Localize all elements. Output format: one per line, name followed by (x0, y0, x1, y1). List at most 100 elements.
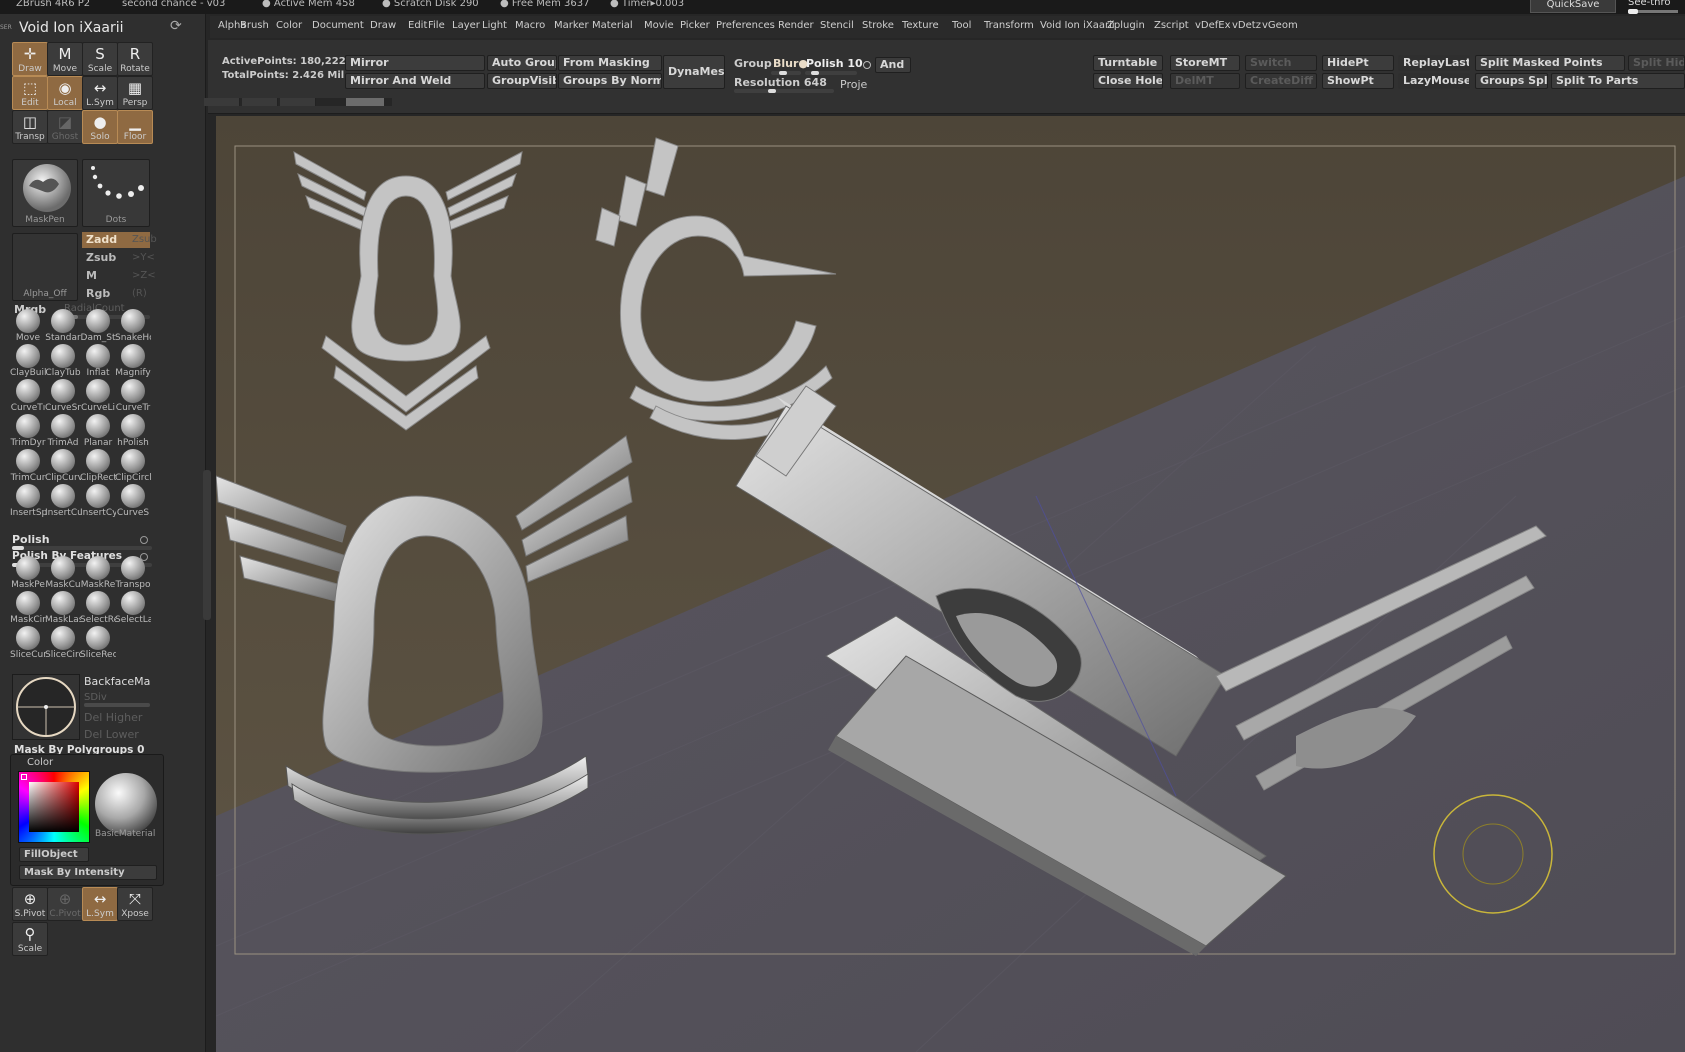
delmt-button[interactable]: DelMT (1170, 73, 1240, 89)
from-masking-button[interactable]: From Masking (558, 55, 662, 71)
menu-tool[interactable]: Tool (952, 20, 971, 31)
menu-zscript[interactable]: Zscript (1154, 20, 1189, 31)
brush-masklas[interactable]: MaskLas (45, 589, 81, 625)
l-sym-button[interactable]: ↔ L.Sym (82, 76, 118, 110)
menu-vdetz[interactable]: vDetz (1232, 20, 1261, 31)
showpt-button[interactable]: ShowPt (1322, 73, 1394, 89)
menu-edit[interactable]: Edit (408, 20, 427, 31)
blur-slider-track[interactable] (771, 71, 801, 75)
brush-cliprect[interactable]: ClipRect (80, 447, 116, 483)
brush-claybuil[interactable]: ClayBuil (10, 342, 46, 378)
brush-curvesr[interactable]: CurveSr (45, 377, 81, 413)
creatediff-button[interactable]: CreateDiff (1245, 73, 1317, 89)
menu-preferences[interactable]: Preferences (716, 20, 775, 31)
transp-button[interactable]: ◫ Transp (12, 110, 48, 144)
group-toggle[interactable]: Group (734, 57, 772, 70)
replaylast-button[interactable]: ReplayLast (1398, 55, 1470, 71)
menu-file[interactable]: File (428, 20, 445, 31)
brush-claytub[interactable]: ClayTub (45, 342, 81, 378)
color-square[interactable] (29, 782, 79, 832)
split-to-parts-button[interactable]: Split To Parts (1551, 73, 1685, 89)
menu-material[interactable]: Material (592, 20, 633, 31)
brush-maskcir[interactable]: MaskCir (10, 589, 46, 625)
mirror-button[interactable]: Mirror (345, 55, 485, 71)
menu-draw[interactable]: Draw (370, 20, 396, 31)
document-canvas[interactable] (216, 116, 1685, 1052)
project-toggle-indicator[interactable] (863, 61, 871, 69)
polish-slider-track[interactable] (805, 71, 857, 75)
c-pivot-bottom-button[interactable]: ⊕ C.Pivot (47, 887, 83, 921)
menu-layer[interactable]: Layer (452, 20, 480, 31)
menu-marker[interactable]: Marker (554, 20, 589, 31)
ghost-button[interactable]: ◪ Ghost (47, 110, 83, 144)
close-holes-button[interactable]: Close Holes (1093, 73, 1163, 89)
menu-texture[interactable]: Texture (902, 20, 939, 31)
move-button[interactable]: M Move (47, 42, 83, 76)
brush-maskcu[interactable]: MaskCu (45, 554, 81, 590)
floor-button[interactable]: ▁ Floor (117, 110, 153, 144)
draw-button[interactable]: ✛ Draw (12, 42, 48, 76)
groups-by-normals-button[interactable]: Groups By Normals (558, 73, 662, 89)
group-visible-button[interactable]: GroupVisible (487, 73, 557, 89)
menu-movie[interactable]: Movie (644, 20, 674, 31)
split-masked-points-button[interactable]: Split Masked Points (1475, 55, 1625, 71)
see-through-slider[interactable] (1628, 9, 1678, 14)
polish-toggle[interactable]: Polish (12, 533, 148, 546)
menu-macro[interactable]: Macro (515, 20, 545, 31)
menu-transform[interactable]: Transform (984, 20, 1034, 31)
resolution-slider-track[interactable] (734, 89, 834, 93)
mask-by-intensity-button[interactable]: Mask By Intensity (19, 865, 157, 880)
refresh-icon[interactable]: ⟳ (170, 18, 182, 34)
scale-bottom-button[interactable]: ⚲ Scale (12, 922, 48, 956)
mode-rgb-button[interactable]: Rgb (R) (82, 286, 150, 302)
brush-clipcircl[interactable]: ClipCircl (115, 447, 151, 483)
brush-trimad[interactable]: TrimAd (45, 412, 81, 448)
polish-slider[interactable]: Polish 10 (806, 57, 863, 70)
mode-m-button[interactable]: M >Z< (82, 268, 156, 284)
brush-clipcurv[interactable]: ClipCurv (45, 447, 81, 483)
del-lower-button[interactable]: Del Lower (84, 728, 139, 741)
dynamesh-button[interactable]: DynaMesh (663, 55, 725, 89)
persp-button[interactable]: ▦ Persp (117, 76, 153, 110)
menu-void-ion-ixaarii[interactable]: Void Ion iXaarii (1040, 20, 1115, 31)
storemt-button[interactable]: StoreMT (1170, 55, 1240, 71)
and-button[interactable]: And (875, 57, 911, 73)
brush-dam-st[interactable]: Dam_St (80, 307, 116, 343)
groups-split-button[interactable]: Groups Split (1475, 73, 1548, 89)
local-button[interactable]: ◉ Local (47, 76, 83, 110)
scale-button[interactable]: S Scale (82, 42, 118, 76)
lazymouse-button[interactable]: LazyMouse (1398, 73, 1470, 89)
viewport-render[interactable] (216, 116, 1685, 1052)
menu-brush[interactable]: Brush (240, 20, 269, 31)
stroke-thumbnail[interactable]: Dots (82, 159, 150, 227)
brush-maskre[interactable]: MaskRe (80, 554, 116, 590)
sdiv-widget[interactable] (12, 674, 80, 740)
alpha-thumbnail[interactable]: Alpha_Off (12, 233, 78, 301)
material-sphere[interactable] (95, 773, 157, 835)
mode-zadd-button[interactable]: Zadd Zsub (82, 232, 157, 248)
backface-mask-button[interactable]: BackfaceMa (84, 675, 150, 688)
auto-groups-button[interactable]: Auto Groups (487, 55, 557, 71)
brush-planar[interactable]: Planar (80, 412, 116, 448)
edit-button[interactable]: ⬚ Edit (12, 76, 48, 110)
menu-zplugin[interactable]: Zplugin (1107, 20, 1145, 31)
brush-inflat[interactable]: Inflat (80, 342, 116, 378)
quicksave-button[interactable]: QuickSave (1530, 0, 1616, 13)
brush-insertcy[interactable]: InsertCy (80, 482, 116, 518)
brush-insertsp[interactable]: InsertSp (10, 482, 46, 518)
menu-vdefex[interactable]: vDefEx (1195, 20, 1231, 31)
brush-insertcu[interactable]: InsertCu (45, 482, 81, 518)
menu-light[interactable]: Light (482, 20, 507, 31)
brush-magnify[interactable]: Magnify (115, 342, 151, 378)
brush-standar[interactable]: Standar (45, 307, 81, 343)
brush-maskpe[interactable]: MaskPe (10, 554, 46, 590)
brush-transpo[interactable]: Transpo (115, 554, 151, 590)
blur-slider[interactable]: Blur● (773, 57, 808, 70)
xpose-bottom-button[interactable]: ⤧ Xpose (117, 887, 153, 921)
resolution-slider[interactable]: Resolution 648 (734, 76, 827, 89)
l-sym-bottom-button[interactable]: ↔ L.Sym (82, 887, 118, 921)
rotate-button[interactable]: R Rotate (117, 42, 153, 76)
hidept-button[interactable]: HidePt (1322, 55, 1394, 71)
brush-curves[interactable]: CurveS (115, 482, 151, 518)
brush-curvetr[interactable]: CurveTr (115, 377, 151, 413)
